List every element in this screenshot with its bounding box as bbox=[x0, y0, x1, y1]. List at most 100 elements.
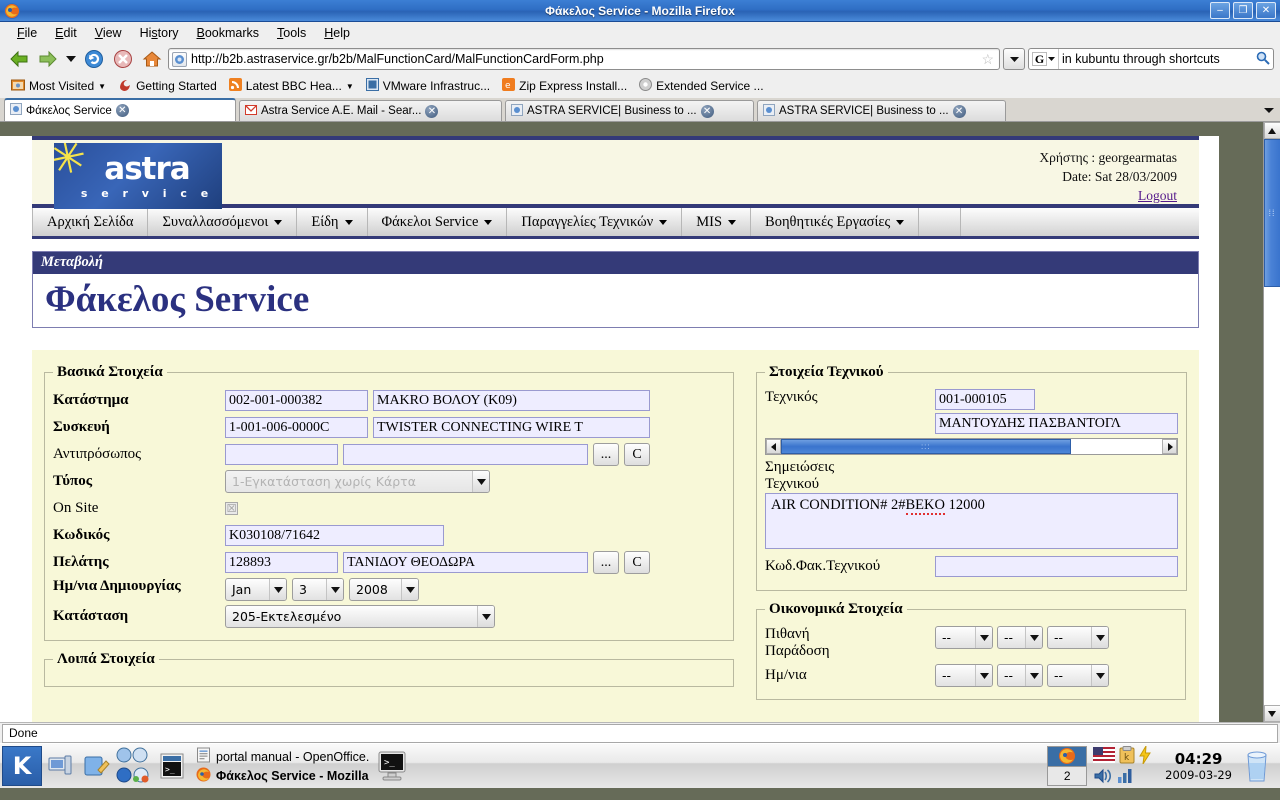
konsole-icon[interactable]: >_ bbox=[154, 746, 190, 786]
technician-name-input[interactable] bbox=[935, 413, 1178, 434]
financial-year-select[interactable]: -- bbox=[1047, 664, 1109, 687]
horizontal-scrollbar[interactable]: ::: bbox=[765, 438, 1178, 455]
vscroll-track[interactable] bbox=[1263, 287, 1280, 705]
pager-desktop-2[interactable]: 2 bbox=[1048, 765, 1087, 786]
device-name-input[interactable] bbox=[373, 417, 650, 438]
scroll-down-icon[interactable] bbox=[1263, 705, 1280, 722]
tab-close-icon[interactable]: ✕ bbox=[425, 104, 439, 118]
agent-browse-button[interactable]: ... bbox=[593, 443, 619, 466]
kate-editor-icon[interactable] bbox=[78, 746, 114, 786]
device-code-input[interactable] bbox=[225, 417, 368, 438]
customer-code-input[interactable] bbox=[225, 552, 338, 573]
nav-item-mis[interactable]: MIS bbox=[682, 208, 752, 236]
tab-astra-b2b-1[interactable]: ASTRA SERVICE| Business to ... ✕ bbox=[505, 100, 754, 121]
forward-icon[interactable] bbox=[35, 46, 61, 72]
back-icon[interactable] bbox=[6, 46, 32, 72]
menu-help[interactable]: Help bbox=[315, 24, 359, 42]
tab-close-icon[interactable]: ✕ bbox=[952, 104, 966, 118]
agent-name-input[interactable] bbox=[343, 444, 588, 465]
search-bar[interactable]: G in kubuntu through shortcuts bbox=[1028, 48, 1274, 70]
delivery-month-select[interactable]: -- bbox=[935, 626, 993, 649]
nav-item-service-files[interactable]: Φάκελοι Service bbox=[367, 208, 508, 236]
status-select[interactable]: 205-Εκτελεσμένο bbox=[225, 605, 495, 628]
nav-item-items[interactable]: Είδη bbox=[297, 208, 368, 236]
customer-name-input[interactable] bbox=[343, 552, 588, 573]
menu-edit[interactable]: Edit bbox=[46, 24, 86, 42]
onsite-checkbox[interactable]: ☒ bbox=[225, 502, 238, 515]
menu-tools[interactable]: Tools bbox=[268, 24, 315, 42]
tab-fakelos-service[interactable]: Φάκελος Service ✕ bbox=[4, 98, 236, 121]
close-button[interactable]: ✕ bbox=[1256, 2, 1276, 19]
bookmark-latest-bbc[interactable]: Latest BBC Hea... ▼ bbox=[224, 76, 359, 96]
agent-clear-button[interactable]: C bbox=[624, 443, 650, 466]
customer-clear-button[interactable]: C bbox=[624, 551, 650, 574]
code-input[interactable] bbox=[225, 525, 444, 546]
url-bar[interactable]: http://b2b.astraservice.gr/b2b/MalFuncti… bbox=[168, 48, 1000, 70]
logout-link[interactable]: Logout bbox=[1138, 188, 1177, 203]
trash-icon[interactable] bbox=[1240, 746, 1274, 786]
financial-day-select[interactable]: -- bbox=[997, 664, 1043, 687]
technician-notes-textarea[interactable]: AIR CONDITION# 2#BEKO 12000 bbox=[765, 493, 1178, 549]
customer-browse-button[interactable]: ... bbox=[593, 551, 619, 574]
power-icon[interactable] bbox=[1139, 745, 1152, 767]
search-icon[interactable] bbox=[1256, 51, 1270, 68]
store-code-input[interactable] bbox=[225, 390, 368, 411]
type-select[interactable]: 1-Εγκατάσταση χωρίς Κάρτα bbox=[225, 470, 490, 493]
created-month-select[interactable]: Jan bbox=[225, 578, 287, 601]
store-name-input[interactable] bbox=[373, 390, 650, 411]
hscroll-track[interactable]: ::: bbox=[781, 439, 1162, 454]
restore-button[interactable]: ❐ bbox=[1233, 2, 1253, 19]
url-text[interactable]: http://b2b.astraservice.gr/b2b/MalFuncti… bbox=[191, 52, 979, 66]
techfile-input[interactable] bbox=[935, 556, 1178, 577]
keyboard-layout-icon[interactable] bbox=[1093, 746, 1116, 766]
minimize-button[interactable]: – bbox=[1210, 2, 1230, 19]
tab-astra-b2b-2[interactable]: ASTRA SERVICE| Business to ... ✕ bbox=[757, 100, 1006, 121]
tab-astra-mail[interactable]: Astra Service A.E. Mail - Sear... ✕ bbox=[239, 100, 502, 121]
search-engine-selector[interactable]: G bbox=[1029, 49, 1059, 69]
financial-month-select[interactable]: -- bbox=[935, 664, 993, 687]
task-firefox[interactable]: Φάκελος Service - Mozilla bbox=[196, 767, 369, 785]
page-vertical-scrollbar[interactable]: ⁞⁞ bbox=[1263, 122, 1280, 722]
show-desktop-icon[interactable] bbox=[42, 746, 78, 786]
taskbar-clock[interactable]: 04:29 2009-03-29 bbox=[1165, 750, 1232, 782]
stop-icon[interactable] bbox=[110, 46, 136, 72]
delivery-day-select[interactable]: -- bbox=[997, 626, 1043, 649]
home-icon[interactable] bbox=[139, 46, 165, 72]
system-monitor-icon[interactable] bbox=[1117, 768, 1135, 787]
volume-icon[interactable] bbox=[1093, 768, 1113, 787]
scroll-right-icon[interactable] bbox=[1162, 439, 1177, 454]
vscroll-thumb[interactable]: ⁞⁞ bbox=[1263, 139, 1280, 287]
created-year-select[interactable]: 2008 bbox=[349, 578, 419, 601]
nav-item-home[interactable]: Αρχική Σελίδα bbox=[32, 208, 149, 236]
task-openoffice[interactable]: portal manual - OpenOffice. bbox=[196, 747, 369, 766]
hscroll-thumb[interactable]: ::: bbox=[781, 439, 1071, 454]
kmenu-button[interactable]: K bbox=[2, 746, 42, 786]
menu-history[interactable]: History bbox=[131, 24, 188, 42]
desktop-pager[interactable]: 2 bbox=[1047, 746, 1088, 786]
nav-item-tech-orders[interactable]: Παραγγελίες Τεχνικών bbox=[507, 208, 683, 236]
bookmark-extended-service[interactable]: Extended Service ... bbox=[634, 76, 768, 96]
search-input[interactable]: in kubuntu through shortcuts bbox=[1059, 52, 1256, 66]
bookmark-star-icon[interactable]: ☆ bbox=[981, 51, 994, 68]
nav-item-utilities[interactable]: Βοηθητικές Εργασίες bbox=[751, 208, 920, 236]
tab-close-icon[interactable]: ✕ bbox=[700, 104, 714, 118]
url-dropdown-button[interactable] bbox=[1003, 48, 1025, 70]
nav-item-partners[interactable]: Συναλλασσόμενοι bbox=[148, 208, 298, 236]
created-day-select[interactable]: 3 bbox=[292, 578, 344, 601]
pager-desktop-1[interactable] bbox=[1048, 747, 1087, 766]
agent-code-input[interactable] bbox=[225, 444, 338, 465]
klipper-icon[interactable]: k bbox=[1119, 745, 1135, 767]
menu-view[interactable]: View bbox=[86, 24, 131, 42]
reload-icon[interactable] bbox=[81, 46, 107, 72]
menu-bookmarks[interactable]: Bookmarks bbox=[188, 24, 269, 42]
tab-list-icon[interactable] bbox=[1264, 103, 1274, 117]
technician-code-input[interactable] bbox=[935, 389, 1035, 410]
bookmark-vmware[interactable]: VMware Infrastruc... bbox=[361, 76, 495, 96]
delivery-year-select[interactable]: -- bbox=[1047, 626, 1109, 649]
scroll-up-icon[interactable] bbox=[1263, 122, 1280, 139]
internet-apps-icon[interactable] bbox=[114, 746, 154, 786]
scroll-left-icon[interactable] bbox=[766, 439, 781, 454]
tab-close-icon[interactable]: ✕ bbox=[115, 104, 129, 117]
history-dropdown-icon[interactable] bbox=[64, 46, 78, 72]
menu-file[interactable]: File bbox=[8, 24, 46, 42]
